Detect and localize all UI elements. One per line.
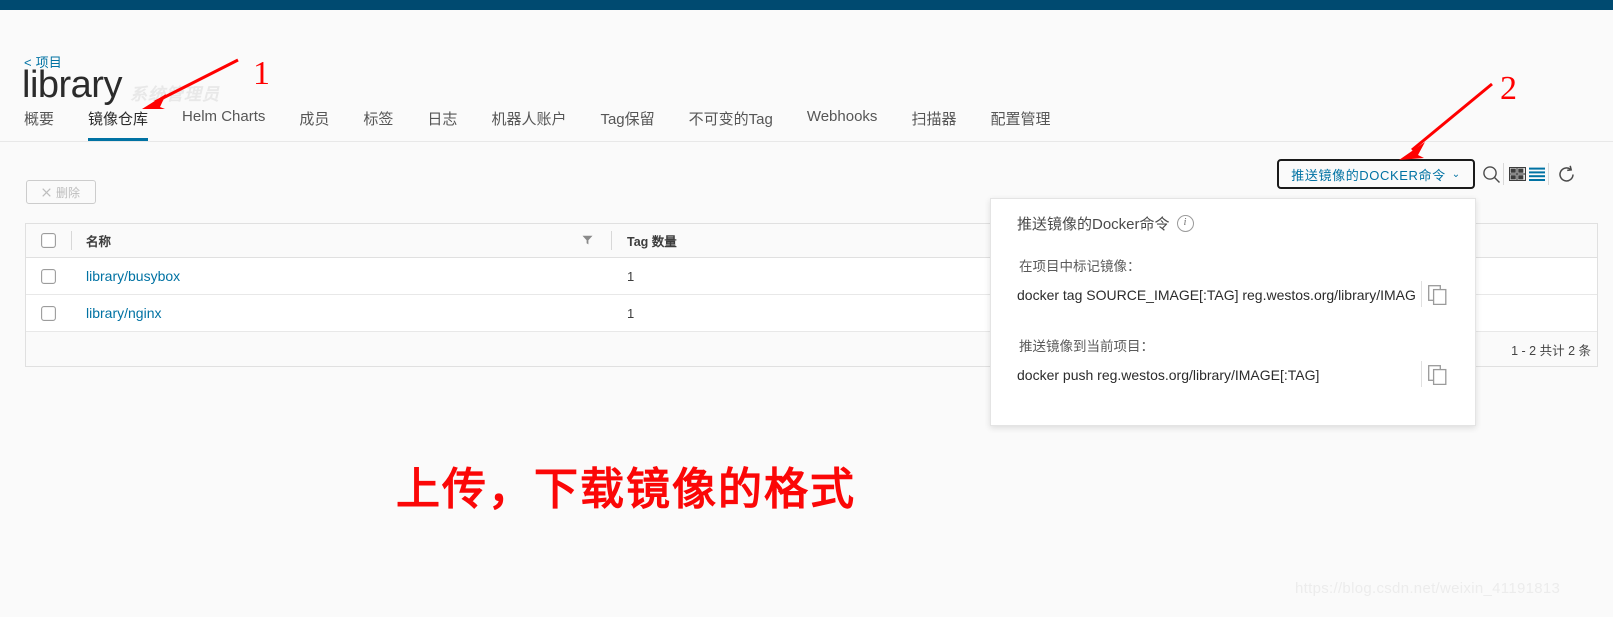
- delete-button-label: 删除: [55, 185, 80, 200]
- copy-icon[interactable]: [1428, 285, 1447, 310]
- pagination-summary: 1 - 2 共计 2 条: [1511, 343, 1591, 358]
- tab-labels[interactable]: 标签: [363, 108, 393, 141]
- refresh-icon[interactable]: [1554, 162, 1578, 186]
- annotation-caption: 上传，下载镜像的格式: [396, 465, 856, 514]
- row-name-cell: library/busybox: [71, 268, 611, 284]
- annotation-marker-2: 2: [1500, 70, 1517, 107]
- command-divider-1: [1421, 281, 1422, 307]
- close-x-icon: [42, 187, 51, 197]
- row-checkbox[interactable]: [41, 268, 56, 284]
- repository-action-bar: 推送镜像的DOCKER命令 ⌄: [0, 152, 1613, 196]
- tag-image-command: docker tag SOURCE_IMAGE[:TAG] reg.westos…: [1017, 287, 1417, 303]
- push-image-label: 推送镜像到当前项目：: [1019, 339, 1154, 354]
- title-watermark: 系统管理员: [130, 85, 220, 104]
- toolbar-divider-1: [1503, 163, 1504, 185]
- tab-bar-divider: [0, 141, 1613, 142]
- tab-logs[interactable]: 日志: [427, 108, 457, 141]
- panel-title: 推送镜像的Docker命令 i: [1017, 213, 1194, 234]
- list-view-icon[interactable]: [1528, 162, 1546, 186]
- tag-image-label: 在项目中标记镜像：: [1019, 259, 1141, 274]
- tab-tag-retention[interactable]: Tag保留: [600, 108, 654, 141]
- page-title: library: [22, 64, 122, 106]
- row-name-cell: library/nginx: [71, 305, 611, 321]
- row-tag-count-cell: 1: [627, 268, 635, 284]
- push-docker-command-panel: 推送镜像的Docker命令 i 在项目中标记镜像： docker tag SOU…: [990, 198, 1476, 426]
- row-tag-count-cell: 1: [627, 305, 635, 321]
- panel-title-label: 推送镜像的Docker命令: [1017, 216, 1170, 233]
- app-top-bar: [0, 0, 1613, 10]
- command-divider-2: [1421, 361, 1422, 387]
- page-body: < 项目 library 系统管理员 概要 镜像仓库 Helm Charts 成…: [0, 10, 1613, 617]
- tab-webhooks[interactable]: Webhooks: [807, 108, 878, 137]
- row-checkbox-cell: [26, 305, 71, 321]
- tab-scanner[interactable]: 扫描器: [911, 108, 956, 141]
- row-checkbox-cell: [26, 268, 71, 284]
- delete-button[interactable]: 删除: [26, 180, 96, 204]
- search-icon[interactable]: [1479, 162, 1503, 186]
- blog-watermark: https://blog.csdn.net/weixin_41191813: [1295, 580, 1561, 597]
- chevron-down-icon: ⌄: [1451, 168, 1461, 180]
- tab-tag-immutability[interactable]: 不可变的Tag: [689, 108, 773, 141]
- copy-icon[interactable]: [1428, 365, 1447, 390]
- project-tab-bar: 概要 镜像仓库 Helm Charts 成员 标签 日志 机器人账户 Tag保留…: [24, 108, 1584, 141]
- push-image-command: docker push reg.westos.org/library/IMAGE…: [1017, 367, 1320, 383]
- tab-members[interactable]: 成员: [299, 108, 329, 141]
- repository-link[interactable]: library/busybox: [86, 268, 180, 284]
- repository-link[interactable]: library/nginx: [86, 305, 161, 321]
- info-icon[interactable]: i: [1176, 215, 1194, 232]
- push-docker-command-label: 推送镜像的DOCKER命令: [1291, 167, 1446, 183]
- push-docker-command-button[interactable]: 推送镜像的DOCKER命令 ⌄: [1277, 159, 1475, 189]
- column-header-tag-count[interactable]: Tag 数量: [611, 231, 931, 250]
- tab-repositories[interactable]: 镜像仓库: [88, 108, 149, 141]
- select-all-checkbox-cell: [26, 233, 71, 248]
- grid-view-icon[interactable]: [1508, 162, 1526, 186]
- tab-helm-charts[interactable]: Helm Charts: [182, 108, 265, 137]
- toolbar-divider-2: [1548, 163, 1549, 185]
- tab-overview[interactable]: 概要: [24, 108, 54, 141]
- tab-robot-accounts[interactable]: 机器人账户: [491, 108, 566, 141]
- annotation-marker-1: 1: [253, 55, 270, 92]
- tab-configuration[interactable]: 配置管理: [990, 108, 1050, 141]
- column-header-name[interactable]: 名称: [71, 231, 611, 250]
- row-checkbox[interactable]: [41, 305, 56, 321]
- filter-icon[interactable]: [582, 234, 593, 248]
- select-all-checkbox[interactable]: [41, 233, 56, 248]
- column-header-name-label: 名称: [86, 235, 112, 249]
